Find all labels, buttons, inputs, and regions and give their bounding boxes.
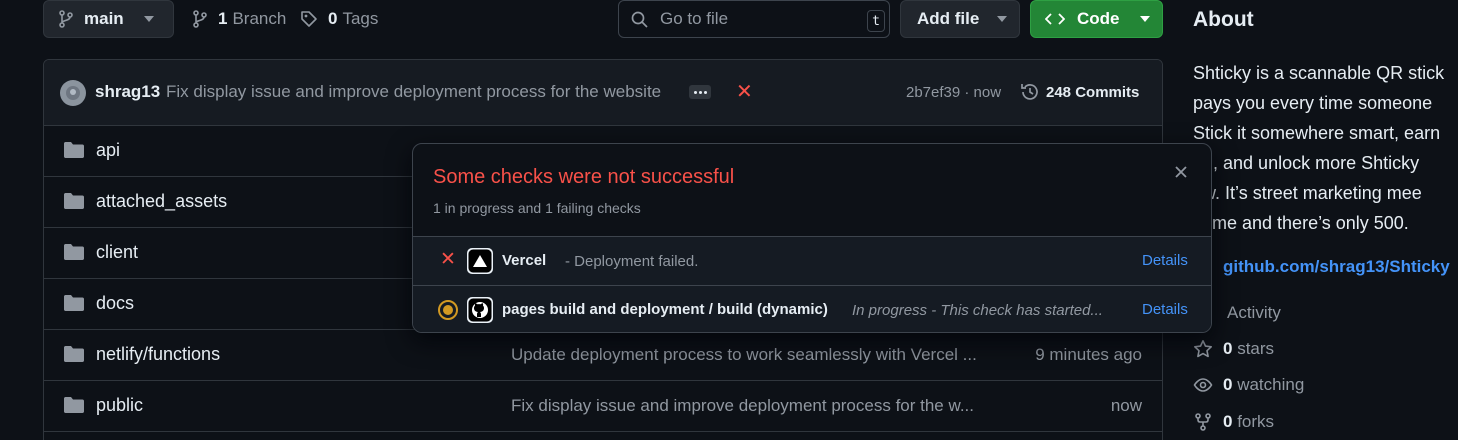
- branch-count-icon: [192, 10, 208, 28]
- folder-icon: [63, 141, 85, 159]
- search-placeholder: Go to file: [660, 9, 729, 28]
- description-line: ow. It’s street marketing mee: [1193, 183, 1422, 203]
- checks-popover: Some checks were not successful 1 in pro…: [412, 143, 1212, 333]
- file-commit-message[interactable]: Fix display issue and improve deployment…: [511, 396, 974, 416]
- file-name[interactable]: docs: [96, 293, 134, 314]
- folder-icon: [63, 243, 85, 261]
- tag-count: 0: [328, 9, 338, 28]
- branch-name: main: [84, 9, 124, 28]
- commits-count: 248 Commits: [1046, 83, 1140, 101]
- latest-commit-bar: shrag13 Fix display issue and improve de…: [44, 60, 1162, 126]
- repo-homepage-link[interactable]: github.com/shrag13/Shticky: [1223, 257, 1450, 277]
- stars-link[interactable]: 0 stars: [1193, 339, 1274, 359]
- activity-label: Activity: [1227, 303, 1281, 322]
- chevron-down-icon: [1139, 16, 1150, 22]
- avatar[interactable]: [60, 80, 86, 106]
- description-line: Stick it somewhere smart, earn: [1193, 123, 1441, 143]
- code-button[interactable]: Code: [1030, 0, 1163, 38]
- folder-icon: [63, 396, 85, 414]
- tag-count-label: Tags: [342, 9, 379, 28]
- branch-icon: [58, 10, 74, 28]
- failed-check-icon: ✕: [440, 249, 456, 270]
- stars-label: stars: [1237, 339, 1275, 358]
- repo-description: Shticky is a scannable QR stick pays you…: [1193, 58, 1458, 238]
- check-name: pages build and deployment / build (dyna…: [502, 301, 828, 318]
- folder-icon: [63, 192, 85, 210]
- file-name[interactable]: netlify/functions: [96, 344, 220, 365]
- forks-label: forks: [1237, 412, 1275, 431]
- in-progress-icon: [438, 300, 458, 320]
- description-line: come and there’s only 500.: [1193, 213, 1409, 233]
- go-to-file-input[interactable]: Go to file t: [618, 0, 890, 38]
- check-status: In progress - This check has started...: [852, 302, 1103, 319]
- vercel-logo-icon: [467, 248, 493, 274]
- history-icon: [1020, 82, 1040, 102]
- file-name[interactable]: attached_assets: [96, 191, 227, 212]
- eye-icon: [1193, 375, 1213, 395]
- folder-icon: [63, 345, 85, 363]
- commit-author[interactable]: shrag13: [95, 82, 160, 102]
- about-heading: About: [1193, 8, 1254, 31]
- tag-icon: [300, 10, 318, 28]
- check-row: ✕ Vercel - Deployment failed. Details: [413, 236, 1211, 285]
- file-row[interactable]: netlify/functions Update deployment proc…: [44, 330, 1162, 381]
- forks-link[interactable]: 0 forks: [1193, 412, 1274, 432]
- close-icon[interactable]: [1173, 164, 1189, 180]
- file-row[interactable]: public Fix display issue and improve dep…: [44, 381, 1162, 432]
- star-icon: [1193, 339, 1213, 359]
- watching-count: 0: [1223, 375, 1233, 394]
- expand-message-button[interactable]: [689, 85, 711, 99]
- file-name[interactable]: api: [96, 140, 120, 161]
- add-file-label: Add file: [917, 9, 980, 28]
- branch-count-label: Branch: [232, 9, 287, 28]
- file-name[interactable]: public: [96, 395, 143, 416]
- branch-count: 1: [218, 9, 228, 28]
- commit-hash-time[interactable]: 2b7ef39 · now: [906, 84, 1001, 101]
- chevron-down-icon: [143, 16, 154, 22]
- check-details-link[interactable]: Details: [1142, 301, 1188, 318]
- popover-title: Some checks were not successful: [433, 166, 735, 188]
- commits-link[interactable]: 248 Commits: [1020, 82, 1139, 102]
- description-line: an, and unlock more Shticky: [1193, 153, 1420, 173]
- add-file-button[interactable]: Add file: [900, 0, 1020, 38]
- stars-count: 0: [1223, 339, 1233, 358]
- fork-icon: [1193, 412, 1213, 432]
- chevron-down-icon: [997, 16, 1008, 22]
- tags-link[interactable]: 0 Tags: [300, 0, 378, 38]
- file-commit-time: 9 minutes ago: [1035, 345, 1142, 364]
- check-status: - Deployment failed.: [565, 253, 699, 270]
- description-line: pays you every time someone: [1193, 93, 1433, 113]
- check-details-link[interactable]: Details: [1142, 252, 1188, 269]
- file-name[interactable]: client: [96, 242, 138, 263]
- check-row: pages build and deployment / build (dyna…: [413, 285, 1211, 332]
- check-name: Vercel: [502, 252, 547, 269]
- forks-count: 0: [1223, 412, 1233, 431]
- watching-label: watching: [1237, 375, 1305, 394]
- check-failed-icon[interactable]: ✕: [736, 82, 753, 102]
- file-commit-message[interactable]: Update deployment process to work seamle…: [511, 345, 977, 365]
- branches-link[interactable]: 1 Branch: [192, 0, 286, 38]
- popover-subtitle: 1 in progress and 1 failing checks: [433, 200, 641, 216]
- code-label: Code: [1077, 9, 1120, 28]
- code-icon: [1045, 12, 1065, 26]
- keyboard-shortcut-hint: t: [867, 10, 885, 32]
- github-logo-icon: [467, 297, 493, 323]
- watching-link[interactable]: 0 watching: [1193, 375, 1304, 395]
- activity-link[interactable]: Activity: [1227, 303, 1281, 323]
- branch-select-button[interactable]: main: [43, 0, 174, 38]
- commit-message[interactable]: Fix display issue and improve deployment…: [166, 82, 661, 102]
- file-commit-time: now: [1110, 396, 1142, 415]
- folder-icon: [63, 294, 85, 312]
- search-icon: [631, 11, 648, 28]
- description-line: Shticky is a scannable QR stick: [1193, 63, 1445, 83]
